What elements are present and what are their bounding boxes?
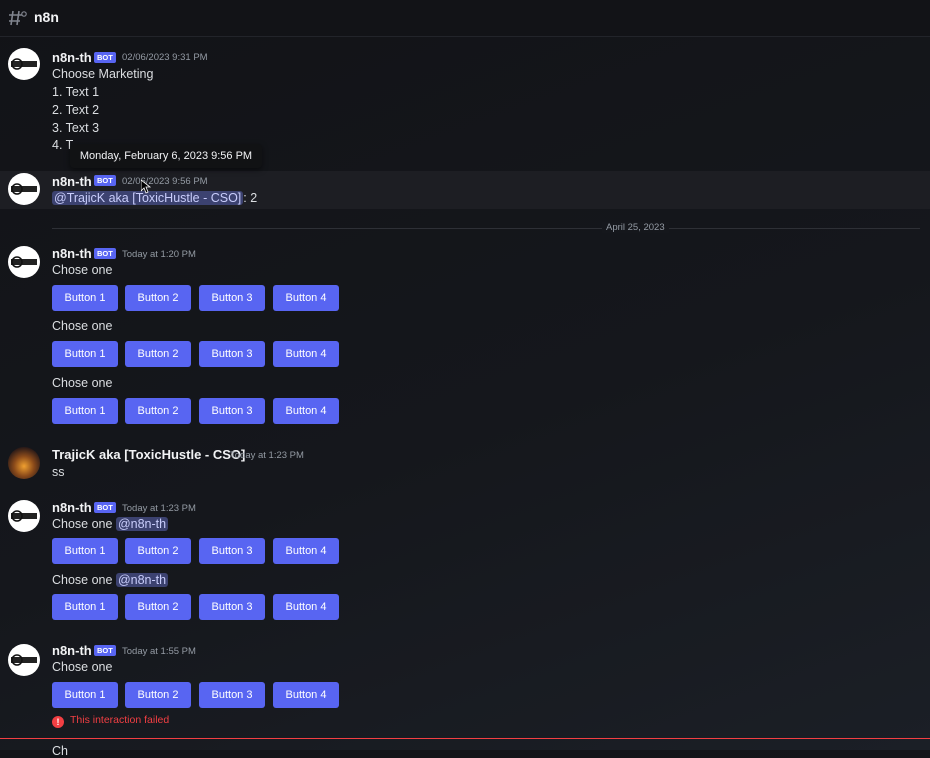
message-line: 2. Text 2 xyxy=(52,103,100,117)
button-4[interactable]: Button 4 xyxy=(273,682,339,708)
date-divider-line xyxy=(52,228,920,229)
username[interactable]: TrajicK aka [ToxicHustle - CSO] xyxy=(52,447,245,462)
username[interactable]: n8n-th xyxy=(52,643,92,658)
button-1[interactable]: Button 1 xyxy=(52,594,118,620)
username[interactable]: n8n-th xyxy=(52,50,92,65)
button-3[interactable]: Button 3 xyxy=(199,341,265,367)
bot-avatar[interactable] xyxy=(8,48,40,80)
button-4[interactable]: Button 4 xyxy=(273,538,339,564)
message-content: Chose one @n8n-th xyxy=(52,517,169,531)
button-2[interactable]: Button 2 xyxy=(125,341,191,367)
message[interactable]: n8n-th BOT 02/06/2023 9:56 PM @TrajicK a… xyxy=(0,171,930,209)
bot-avatar[interactable] xyxy=(8,644,40,676)
bot-tag: BOT xyxy=(94,645,116,656)
timestamp[interactable]: Today at 1:55 PM xyxy=(122,646,196,657)
button-3[interactable]: Button 3 xyxy=(199,285,265,311)
button-2[interactable]: Button 2 xyxy=(125,285,191,311)
button-3[interactable]: Button 3 xyxy=(199,682,265,708)
timestamp[interactable]: Today at 1:20 PM xyxy=(122,249,196,260)
bot-tag: BOT xyxy=(94,175,116,186)
message-line: Chose one xyxy=(52,660,113,674)
button-1[interactable]: Button 1 xyxy=(52,538,118,564)
timestamp[interactable]: Today at 1:23 PM xyxy=(122,503,196,514)
message-line: Chose one xyxy=(52,319,113,333)
button-3[interactable]: Button 3 xyxy=(199,398,265,424)
channel-header: n8n xyxy=(0,0,930,37)
button-1[interactable]: Button 1 xyxy=(52,682,118,708)
button-1[interactable]: Button 1 xyxy=(52,398,118,424)
button-2[interactable]: Button 2 xyxy=(125,594,191,620)
username[interactable]: n8n-th xyxy=(52,246,92,261)
username[interactable]: n8n-th xyxy=(52,500,92,515)
timestamp[interactable]: 02/06/2023 9:31 PM xyxy=(122,52,208,63)
message[interactable]: n8n-th BOT Today at 1:55 PM Chose one Bu… xyxy=(0,642,930,732)
message-line: Chose one xyxy=(52,573,113,587)
date-divider: April 25, 2023 xyxy=(602,222,669,233)
bot-avatar[interactable] xyxy=(8,246,40,278)
button-2[interactable]: Button 2 xyxy=(125,398,191,424)
message-content: @TrajicK aka [ToxicHustle - CSO]: 2 xyxy=(52,191,257,205)
bot-avatar[interactable] xyxy=(8,500,40,532)
button-2[interactable]: Button 2 xyxy=(125,538,191,564)
interaction-error: ! This interaction failed xyxy=(52,714,169,728)
bot-avatar[interactable] xyxy=(8,173,40,205)
timestamp[interactable]: 02/06/2023 9:56 PM xyxy=(122,176,208,187)
message-line: Chose one xyxy=(52,376,113,390)
message-line: Choose Marketing xyxy=(52,67,154,81)
error-icon: ! xyxy=(52,716,64,728)
button-4[interactable]: Button 4 xyxy=(273,398,339,424)
message-line: Chose one xyxy=(52,263,113,277)
button-1[interactable]: Button 1 xyxy=(52,341,118,367)
user-mention[interactable]: @n8n-th xyxy=(115,573,169,587)
hash-thread-icon[interactable] xyxy=(8,8,28,28)
channel-name: n8n xyxy=(34,9,59,25)
timestamp[interactable]: Today at 1:23 PM xyxy=(230,450,304,461)
message[interactable]: n8n-th BOT 02/06/2023 9:31 PM Choose Mar… xyxy=(0,48,930,158)
message-line: 1. Text 1 xyxy=(52,85,100,99)
button-3[interactable]: Button 3 xyxy=(199,594,265,620)
message-line: ss xyxy=(52,465,65,479)
username[interactable]: n8n-th xyxy=(52,174,92,189)
bot-tag: BOT xyxy=(94,502,116,513)
message-line: Chose one xyxy=(52,517,113,531)
button-4[interactable]: Button 4 xyxy=(273,594,339,620)
message-line: 3. Text 3 xyxy=(52,121,100,135)
button-4[interactable]: Button 4 xyxy=(273,285,339,311)
error-text: This interaction failed xyxy=(70,714,170,726)
button-4[interactable]: Button 4 xyxy=(273,341,339,367)
button-1[interactable]: Button 1 xyxy=(52,285,118,311)
message[interactable]: n8n-th BOT Today at 1:20 PM Chose one Bu… xyxy=(0,244,930,424)
message[interactable]: n8n-th BOT Today at 1:23 PM Chose one @n… xyxy=(0,498,930,622)
timestamp-tooltip: Monday, February 6, 2023 9:56 PM xyxy=(70,144,262,168)
mouse-cursor-icon xyxy=(141,180,151,194)
bot-tag: BOT xyxy=(94,248,116,259)
user-mention[interactable]: @n8n-th xyxy=(115,517,169,531)
user-avatar[interactable] xyxy=(8,447,40,479)
message-line: Ch xyxy=(52,744,68,758)
button-2[interactable]: Button 2 xyxy=(125,682,191,708)
message-content: Chose one @n8n-th xyxy=(52,573,169,587)
bot-tag: BOT xyxy=(94,52,116,63)
new-messages-divider xyxy=(0,738,930,739)
button-3[interactable]: Button 3 xyxy=(199,538,265,564)
message-suffix: : 2 xyxy=(243,191,258,205)
message[interactable]: TrajicK aka [ToxicHustle - CSO] Today at… xyxy=(0,445,930,481)
